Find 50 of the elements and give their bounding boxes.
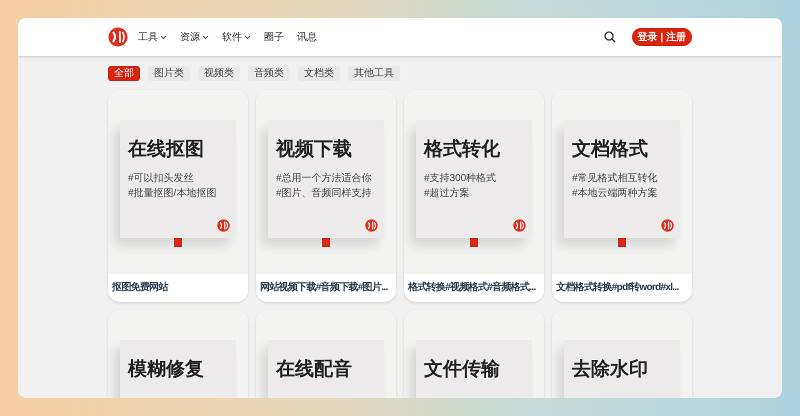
box-title: 视频下载 bbox=[276, 140, 353, 159]
tool-card[interactable]: 去除水印 bbox=[552, 310, 692, 398]
tool-card[interactable]: 文件传输 bbox=[404, 310, 544, 398]
box-title: 文件传输 bbox=[424, 360, 501, 379]
login-button[interactable]: 登录 | 注册 bbox=[632, 28, 692, 46]
box-tag: #图片、音频同样支持 bbox=[276, 188, 378, 199]
box-title: 模糊修复 bbox=[128, 360, 205, 379]
tool-card[interactable]: 在线配音 bbox=[256, 310, 396, 398]
filter-tab[interactable]: 视频类 bbox=[198, 66, 240, 81]
tool-card[interactable]: 在线抠图 #可以扣头发丝 #批量抠图/本地抠图 抠图免费网站 bbox=[108, 90, 248, 302]
box-title: 在线配音 bbox=[276, 360, 353, 379]
box-logo-icon bbox=[661, 219, 674, 232]
logo-icon bbox=[108, 27, 128, 47]
nav-link[interactable]: 讯息 bbox=[297, 30, 317, 44]
box-tab-icon bbox=[322, 238, 330, 247]
nav-link[interactable]: 圈子 bbox=[264, 30, 284, 44]
tool-card[interactable]: 视频下载 #总用一个方法适合你 #图片、音频同样支持 网站视频下载#音频下载#图片... bbox=[256, 90, 396, 302]
nav-link[interactable]: 资源 bbox=[180, 30, 209, 44]
box-title: 在线抠图 bbox=[128, 140, 205, 159]
box-title: 文档格式 bbox=[572, 140, 649, 159]
box-tab-icon bbox=[174, 238, 182, 247]
card-caption: 网站视频下载#音频下载#图片... bbox=[260, 282, 389, 294]
filter-tab[interactable]: 音频类 bbox=[248, 66, 290, 81]
box-logo-icon bbox=[365, 219, 378, 232]
box-title: 去除水印 bbox=[572, 360, 649, 379]
filter-tab[interactable]: 图片类 bbox=[148, 66, 190, 81]
tool-card[interactable]: 文档格式 #常见格式相互转化 #本地云端两种方案 文档格式转换#pdf转word#xl... bbox=[552, 90, 692, 302]
search-icon[interactable] bbox=[604, 31, 616, 43]
nav-link[interactable]: 工具 bbox=[138, 30, 167, 44]
box-tab-icon bbox=[470, 238, 478, 247]
box-title: 格式转化 bbox=[424, 140, 501, 159]
filter-tab[interactable]: 全部 bbox=[108, 66, 140, 81]
card-caption: 抠图免费网站 bbox=[112, 282, 170, 294]
box-tag: #超过方案 bbox=[424, 188, 526, 199]
filter-tab[interactable]: 其他工具 bbox=[348, 66, 400, 81]
box-tag: #常见格式相互转化 bbox=[572, 173, 674, 184]
card-caption: 格式转换#视频格式#音频格式... bbox=[408, 282, 537, 294]
box-tag: #批量抠图/本地抠图 bbox=[128, 188, 230, 199]
box-logo-icon bbox=[217, 219, 230, 232]
box-logo-icon bbox=[513, 219, 526, 232]
box-tag: #支持300种格式 bbox=[424, 173, 526, 184]
nav-link[interactable]: 软件 bbox=[222, 30, 251, 44]
box-tag: #总用一个方法适合你 bbox=[276, 173, 378, 184]
card-caption: 文档格式转换#pdf转word#xl... bbox=[556, 282, 680, 294]
tool-card[interactable]: 格式转化 #支持300种格式 #超过方案 格式转换#视频格式#音频格式... bbox=[404, 90, 544, 302]
box-tag: #可以扣头发丝 bbox=[128, 173, 230, 184]
filter-tab[interactable]: 文档类 bbox=[298, 66, 340, 81]
box-tab-icon bbox=[618, 238, 626, 247]
box-tag: #本地云端两种方案 bbox=[572, 188, 674, 199]
tool-card[interactable]: 模糊修复 bbox=[108, 310, 248, 398]
